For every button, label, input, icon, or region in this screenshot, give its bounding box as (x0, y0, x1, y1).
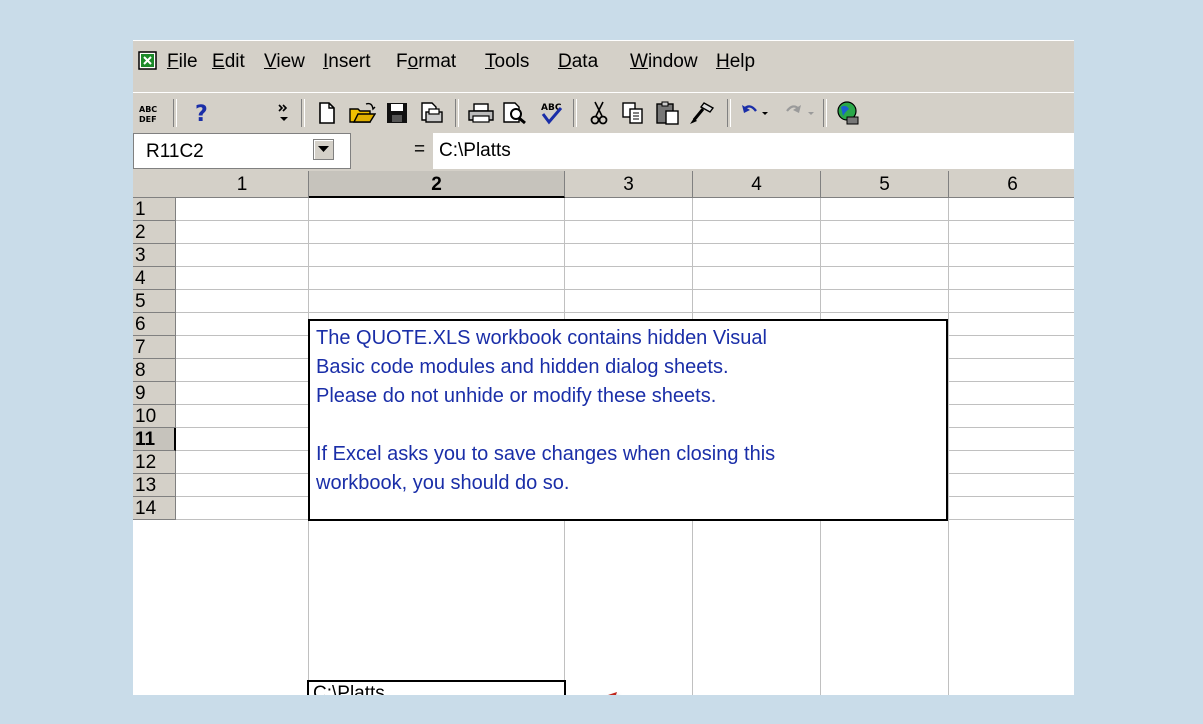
open-folder-icon[interactable] (346, 97, 378, 129)
row-gridline (176, 243, 1074, 244)
column-header[interactable]: 4 (693, 171, 821, 198)
cut-scissors-icon[interactable] (585, 97, 613, 129)
workbook-notice-textbox[interactable]: The QUOTE.XLS workbook contains hidden V… (308, 319, 948, 521)
menu-data[interactable]: Data (558, 51, 598, 73)
row-header[interactable]: 2 (133, 221, 176, 244)
column-header[interactable]: 6 (949, 171, 1074, 198)
row-header[interactable]: 13 (133, 474, 176, 497)
row-header[interactable]: 8 (133, 359, 176, 382)
excel-app-icon[interactable] (138, 51, 158, 71)
row-header[interactable]: 12 (133, 451, 176, 474)
column-header[interactable]: 1 (176, 171, 309, 198)
spelling-check-icon[interactable]: ABC (535, 97, 567, 129)
menu-format[interactable]: Format (396, 51, 456, 73)
column-header[interactable]: 3 (565, 171, 693, 198)
svg-text:?: ? (195, 102, 208, 125)
spelling-abc-icon[interactable]: ABC DEF (137, 97, 159, 129)
svg-text:ABC: ABC (139, 105, 157, 114)
row-header[interactable]: 4 (133, 267, 176, 290)
menu-insert[interactable]: Insert (323, 51, 371, 73)
column-gridline (948, 198, 949, 695)
row-gridline (176, 220, 1074, 221)
row-gridline (176, 289, 1074, 290)
toolbar-more-icon[interactable] (275, 97, 293, 129)
row-header[interactable]: 3 (133, 244, 176, 267)
svg-text:DEF: DEF (139, 115, 157, 124)
undo-icon[interactable] (739, 97, 771, 129)
row-header[interactable]: 1 (133, 198, 176, 221)
notice-line: If Excel asks you to save changes when c… (316, 443, 776, 465)
new-document-icon[interactable] (313, 97, 341, 129)
redo-icon[interactable] (783, 97, 819, 129)
row-gridline (176, 266, 1074, 267)
toolbar-separator (455, 99, 459, 127)
web-globe-icon[interactable] (833, 97, 863, 129)
print-preview-document-icon[interactable] (416, 97, 448, 129)
active-cell[interactable]: C:\Platts (307, 680, 566, 695)
row-header[interactable]: 7 (133, 336, 176, 359)
copy-icon[interactable] (618, 97, 648, 129)
toolbar-separator (727, 99, 731, 127)
notice-line (316, 411, 940, 440)
printer-icon[interactable] (465, 97, 497, 129)
row-header[interactable]: 5 (133, 290, 176, 313)
notice-line: Basic code modules and hidden dialog she… (316, 356, 729, 378)
excel-window: File Edit View Insert Format Tools Data … (133, 40, 1074, 695)
select-all-corner[interactable] (133, 171, 177, 198)
toolbar-separator (173, 99, 177, 127)
row-header[interactable]: 10 (133, 405, 176, 428)
notice-line: workbook, you should do so. (316, 472, 570, 494)
menu-edit[interactable]: Edit (212, 51, 245, 73)
formula-input[interactable]: C:\Platts (433, 133, 1074, 169)
row-header[interactable]: 9 (133, 382, 176, 405)
menu-file[interactable]: File (167, 51, 198, 73)
worksheet-grid: 1 2 3 4 5 6 1 2 3 4 5 6 7 8 9 10 11 12 13 14 The QUOT… (133, 171, 1074, 695)
menu-tools[interactable]: Tools (485, 51, 529, 73)
formula-equals-sign: = (414, 139, 426, 160)
save-disk-icon[interactable] (383, 97, 411, 129)
menu-bar: File Edit View Insert Format Tools Data … (133, 40, 1074, 93)
column-header[interactable]: 5 (821, 171, 949, 198)
help-icon[interactable]: ? (189, 97, 215, 129)
name-box-dropdown-icon[interactable] (313, 139, 334, 160)
menu-view[interactable]: View (264, 51, 305, 73)
row-header[interactable]: 11 (133, 428, 176, 451)
format-painter-brush-icon[interactable] (686, 97, 718, 129)
column-header[interactable]: 2 (309, 171, 565, 198)
formula-bar: R11C2 = C:\Platts (133, 133, 1074, 171)
row-gridline (176, 312, 1074, 313)
row-header[interactable]: 14 (133, 497, 176, 520)
toolbar-separator (573, 99, 577, 127)
red-arrow-annotation (608, 692, 617, 695)
print-preview-magnifier-icon[interactable] (499, 97, 531, 129)
row-header[interactable]: 6 (133, 313, 176, 336)
toolbar-separator (823, 99, 827, 127)
notice-line: The QUOTE.XLS workbook contains hidden V… (316, 327, 767, 349)
menu-help[interactable]: Help (716, 51, 755, 73)
standard-toolbar: ABC DEF ? ABC (133, 92, 1074, 134)
toolbar-separator (301, 99, 305, 127)
menu-window[interactable]: Window (630, 51, 698, 73)
notice-line: Please do not unhide or modify these she… (316, 385, 717, 407)
paste-clipboard-icon[interactable] (652, 97, 684, 129)
